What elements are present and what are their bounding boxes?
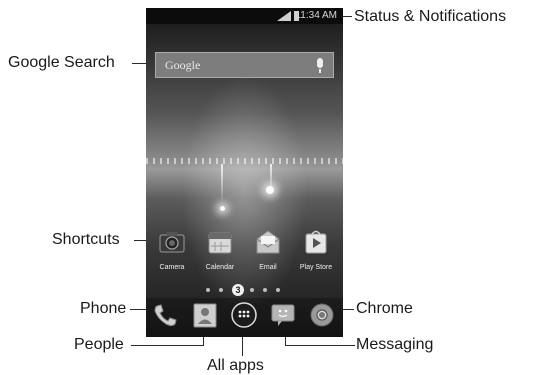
wallpaper-beam — [221, 164, 223, 204]
microphone-icon[interactable] — [317, 58, 323, 73]
page-dot[interactable] — [250, 288, 254, 292]
shortcut-email[interactable]: Email — [246, 229, 290, 271]
chrome-icon[interactable] — [309, 302, 335, 328]
wallpaper-orb — [266, 186, 274, 194]
callout-chrome: Chrome — [356, 300, 413, 317]
callout-messaging: Messaging — [356, 336, 434, 353]
callout-phone: Phone — [80, 300, 127, 317]
wallpaper-lights — [146, 158, 343, 164]
home-screen: 11:34 AM Google Camera Calendar Email Pl… — [146, 8, 343, 337]
messaging-icon[interactable] — [270, 302, 296, 328]
page-dot[interactable] — [219, 288, 223, 292]
callout-status-notifications: Status & Notifications — [354, 8, 507, 25]
shortcut-label: Calendar — [205, 264, 235, 271]
camera-icon — [159, 232, 185, 253]
wallpaper-orb — [220, 206, 225, 211]
signal-icon — [277, 11, 291, 21]
google-search-bar[interactable]: Google — [155, 52, 334, 78]
callout-people: People — [74, 336, 124, 353]
callout-shortcuts: Shortcuts — [52, 231, 120, 248]
shortcut-play-store[interactable]: Play Store — [294, 229, 338, 271]
search-label: Google — [165, 58, 201, 72]
shortcut-camera[interactable]: Camera — [150, 229, 194, 271]
page-dot[interactable] — [263, 288, 267, 292]
callout-all-apps: All apps — [207, 357, 264, 374]
callout-google-search: Google Search — [8, 54, 115, 71]
shortcut-label: Email — [259, 264, 277, 271]
page-indicator: 3 — [146, 284, 343, 296]
leader-people-h — [131, 345, 203, 346]
status-time: 11:34 AM — [295, 10, 337, 21]
current-page-badge: 3 — [232, 284, 244, 296]
all-apps-icon[interactable] — [231, 302, 257, 328]
phone-icon[interactable] — [152, 302, 178, 328]
calendar-icon — [208, 232, 232, 254]
shortcut-label: Camera — [159, 264, 185, 271]
leader-messaging-h — [285, 345, 355, 346]
email-icon — [256, 230, 280, 254]
play-store-icon — [305, 230, 327, 254]
page-dot[interactable] — [276, 288, 280, 292]
shortcut-label: Play Store — [299, 264, 333, 271]
status-bar[interactable]: 11:34 AM — [146, 8, 343, 24]
people-icon[interactable] — [192, 302, 218, 328]
shortcut-calendar[interactable]: Calendar — [198, 229, 242, 271]
page-dot[interactable] — [206, 288, 210, 292]
